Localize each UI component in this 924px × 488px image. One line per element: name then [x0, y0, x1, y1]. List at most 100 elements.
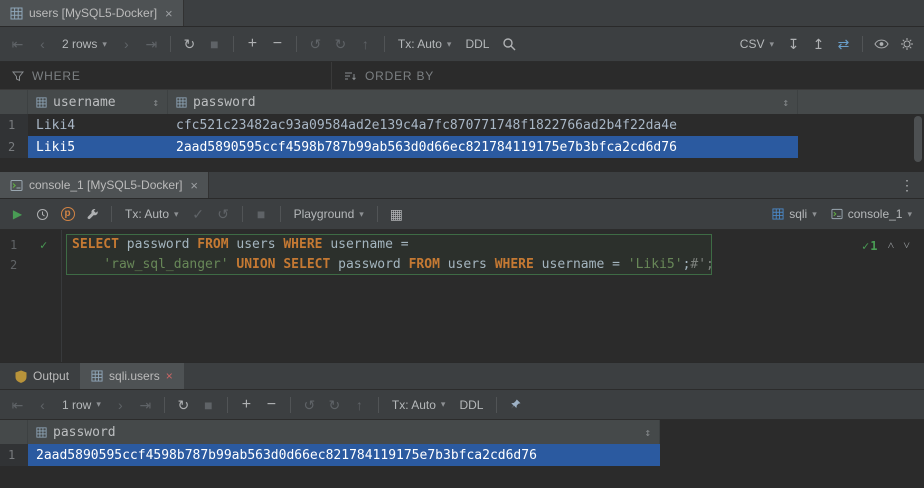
tab-sqli-users-result[interactable]: sqli.users × — [80, 363, 184, 389]
run-button[interactable]: ▶ — [6, 203, 29, 226]
pin-tab-icon[interactable] — [504, 393, 527, 416]
sort-icon[interactable]: ↕ — [644, 426, 651, 439]
table-row[interactable]: 1 Liki4 cfc521c23482ac93a09584ad2e139c4a… — [0, 114, 924, 136]
tab-output[interactable]: Output — [4, 363, 80, 389]
cell-username[interactable]: Liki5 — [28, 136, 168, 158]
scrollbar-thumb[interactable] — [914, 116, 922, 162]
preview-eye-icon[interactable] — [870, 33, 893, 56]
result-grid-bottom: password ↕ 1 2aad5890595ccf4598b787b99ab… — [0, 420, 924, 488]
next-row-button[interactable]: › — [115, 33, 138, 56]
add-row-button[interactable]: + — [241, 33, 264, 56]
prev-row-button[interactable]: ‹ — [31, 393, 54, 416]
prev-row-button[interactable]: ‹ — [31, 33, 54, 56]
session-dropdown[interactable]: console_1 ▾ — [825, 203, 918, 226]
where-filter-input[interactable]: WHERE — [0, 62, 332, 89]
ddl-button[interactable]: DDL — [459, 33, 495, 56]
toolbar-separator — [378, 397, 379, 413]
toolbar-separator — [170, 36, 171, 52]
next-row-button[interactable]: › — [109, 393, 132, 416]
result-grid: username ↕ password ↕ 1 Liki4 cfc521c234… — [0, 90, 924, 172]
cancel-button[interactable]: ■ — [250, 203, 273, 226]
submit-button[interactable]: ↑ — [348, 393, 371, 416]
order-by-label: ORDER BY — [365, 69, 434, 83]
delete-row-button[interactable]: − — [260, 393, 283, 416]
toolbar-separator — [164, 397, 165, 413]
data-editor-panel: users [MySQL5-Docker] × ⇤ ‹ 2 rows ▾ › ⇥… — [0, 0, 924, 172]
order-by-input[interactable]: ORDER BY — [332, 62, 446, 89]
first-row-button[interactable]: ⇤ — [6, 393, 29, 416]
extractor-format-dropdown[interactable]: CSV ▾ — [734, 33, 780, 56]
cell-username[interactable]: Liki4 — [28, 114, 168, 136]
chevron-up-icon[interactable]: ˄ — [887, 238, 894, 253]
close-icon[interactable]: × — [166, 369, 173, 383]
parameters-badge-icon[interactable]: p — [56, 203, 79, 226]
last-row-button[interactable]: ⇥ — [134, 393, 157, 416]
reload-button[interactable]: ↻ — [178, 33, 201, 56]
vertical-scrollbar[interactable] — [914, 116, 922, 182]
code-line[interactable]: SELECT password FROM users WHERE usernam… — [72, 235, 924, 255]
chevron-down-icon: ▾ — [441, 399, 446, 410]
tab-console[interactable]: console_1 [MySQL5-Docker] × — [0, 172, 209, 198]
editor-code-area[interactable]: SELECT password FROM users WHERE usernam… — [62, 230, 924, 362]
settings-gear-icon[interactable] — [895, 33, 918, 56]
submit-button[interactable]: ↑ — [354, 33, 377, 56]
column-header-username[interactable]: username ↕ — [28, 90, 168, 114]
compare-data-icon[interactable]: ⇄ — [832, 33, 855, 56]
search-icon[interactable] — [497, 33, 520, 56]
commit-button[interactable]: ✓ — [187, 203, 210, 226]
column-header-password[interactable]: password ↕ — [28, 420, 660, 444]
cell-password[interactable]: 2aad5890595ccf4598b787b99ab563d0d66ec821… — [168, 136, 798, 158]
output-layout-icon[interactable]: ▦ — [385, 203, 408, 226]
last-row-button[interactable]: ⇥ — [140, 33, 163, 56]
wrench-settings-icon[interactable] — [81, 203, 104, 226]
sort-icon[interactable]: ↕ — [152, 96, 159, 109]
first-row-button[interactable]: ⇤ — [6, 33, 29, 56]
history-clock-icon[interactable] — [31, 203, 54, 226]
toolbar-separator — [862, 36, 863, 52]
results-tab-bar: Output sqli.users × — [0, 362, 924, 390]
revert-button[interactable]: ↺ — [304, 33, 327, 56]
ddl-button[interactable]: DDL — [453, 393, 489, 416]
tx-mode-label: Tx: Auto — [392, 398, 436, 412]
toolbar-separator — [296, 36, 297, 52]
reload-button[interactable]: ↻ — [172, 393, 195, 416]
rows-count-dropdown[interactable]: 2 rows ▾ — [56, 33, 113, 56]
tx-mode-dropdown[interactable]: Tx: Auto ▾ — [119, 203, 185, 226]
redo-button[interactable]: ↻ — [323, 393, 346, 416]
cell-password[interactable]: 2aad5890595ccf4598b787b99ab563d0d66ec821… — [28, 444, 660, 466]
grid-header-row: password ↕ — [0, 420, 660, 444]
delete-row-button[interactable]: − — [266, 33, 289, 56]
code-line[interactable]: 'raw_sql_danger' UNION SELECT password F… — [72, 255, 924, 275]
cell-password[interactable]: cfc521c23482ac93a09584ad2e139c4a7fc87077… — [168, 114, 798, 136]
tab-users-grid[interactable]: users [MySQL5-Docker] × — [0, 0, 184, 26]
add-row-button[interactable]: + — [235, 393, 258, 416]
close-icon[interactable]: × — [190, 178, 198, 193]
close-icon[interactable]: × — [165, 6, 173, 21]
chevron-down-icon[interactable]: ˅ — [903, 238, 910, 253]
grid-header-filler — [798, 90, 924, 114]
rollback-button[interactable]: ↺ — [212, 203, 235, 226]
stop-button[interactable]: ■ — [203, 33, 226, 56]
playground-mode-dropdown[interactable]: Playground ▾ — [288, 203, 370, 226]
row-number: 1 — [0, 114, 28, 136]
tx-mode-dropdown[interactable]: Tx: Auto ▾ — [392, 33, 458, 56]
execution-count: 1 — [870, 239, 878, 253]
extractor-format-label: CSV — [740, 37, 765, 51]
rows-count-dropdown[interactable]: 1 row ▾ — [56, 393, 107, 416]
tx-mode-label: Tx: Auto — [125, 207, 169, 221]
schema-dropdown[interactable]: sqli ▾ — [766, 203, 823, 226]
stop-button[interactable]: ■ — [197, 393, 220, 416]
import-data-icon[interactable]: ↥ — [807, 33, 830, 56]
table-row-selected[interactable]: 1 2aad5890595ccf4598b787b99ab563d0d66ec8… — [0, 444, 660, 466]
sort-icon[interactable]: ↕ — [782, 96, 789, 109]
revert-button[interactable]: ↺ — [298, 393, 321, 416]
sql-editor[interactable]: 1 ✓ 2 SELECT password FROM users WHERE u… — [0, 230, 924, 362]
table-row-selected[interactable]: 2 Liki5 2aad5890595ccf4598b787b99ab563d0… — [0, 136, 924, 158]
export-data-icon[interactable]: ↧ — [782, 33, 805, 56]
grid-filter-bar: WHERE ORDER BY — [0, 62, 924, 90]
redo-button[interactable]: ↻ — [329, 33, 352, 56]
tx-mode-dropdown[interactable]: Tx: Auto ▾ — [386, 393, 452, 416]
column-header-password[interactable]: password ↕ — [168, 90, 798, 114]
toolbar-separator — [377, 206, 378, 222]
console-icon — [10, 179, 23, 192]
